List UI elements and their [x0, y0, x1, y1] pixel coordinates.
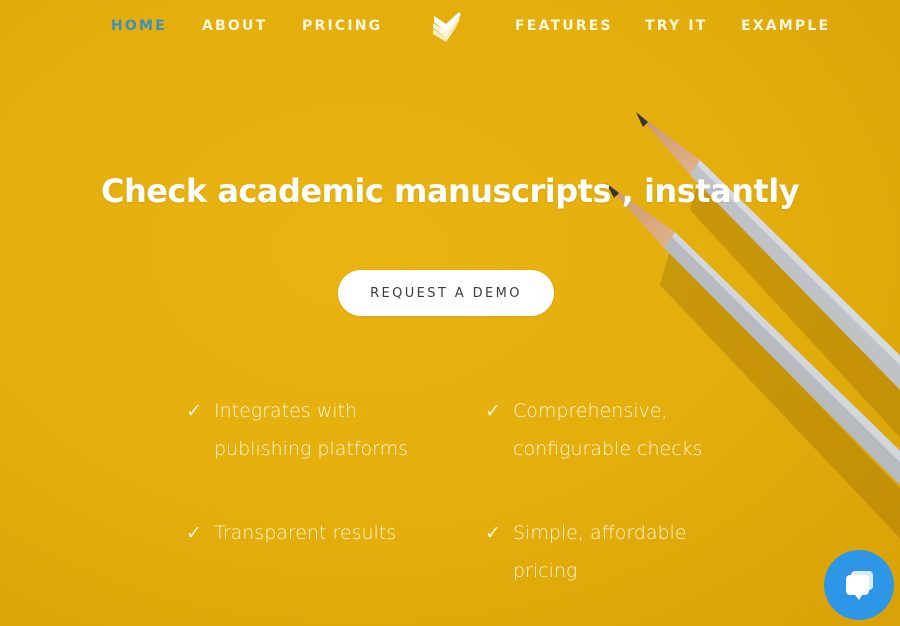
- nav-try-it[interactable]: TRY IT: [645, 18, 708, 34]
- nav-example[interactable]: EXAMPLE: [741, 18, 830, 34]
- feature-line: Simple, affordable: [513, 522, 687, 544]
- check-icon: ✓: [186, 522, 202, 544]
- chat-button[interactable]: [824, 550, 894, 620]
- headline-part-1: Check: [100, 172, 218, 210]
- check-icon: ✓: [485, 522, 501, 544]
- check-icon: ✓: [485, 400, 501, 422]
- feature-line: pricing: [513, 560, 578, 582]
- feature-line: configurable checks: [513, 438, 703, 460]
- request-demo-button[interactable]: REQUEST A DEMO: [338, 270, 554, 316]
- feature-line: publishing platforms: [214, 438, 409, 460]
- nav-pricing[interactable]: PRICING: [302, 18, 382, 34]
- chat-bubbles-icon: [846, 571, 873, 600]
- logo-icon[interactable]: [428, 10, 464, 44]
- check-icon: ✓: [186, 400, 202, 422]
- headline-part-3: , instantly: [611, 172, 800, 210]
- feature-line: Comprehensive,: [513, 400, 668, 422]
- feature-line: Transparent results: [214, 522, 397, 544]
- feature-line: Integrates with: [214, 400, 358, 422]
- top-navigation: HOME ABOUT PRICING FEATURES TRY IT EXAMP…: [0, 0, 900, 56]
- nav-about[interactable]: ABOUT: [202, 18, 267, 34]
- pencil-upper: [636, 112, 900, 390]
- hero-headline: Check academic manuscripts , instantly: [0, 172, 900, 210]
- nav-features[interactable]: FEATURES: [515, 18, 613, 34]
- headline-part-2: academic manuscripts: [217, 172, 612, 210]
- nav-home[interactable]: HOME: [111, 18, 167, 34]
